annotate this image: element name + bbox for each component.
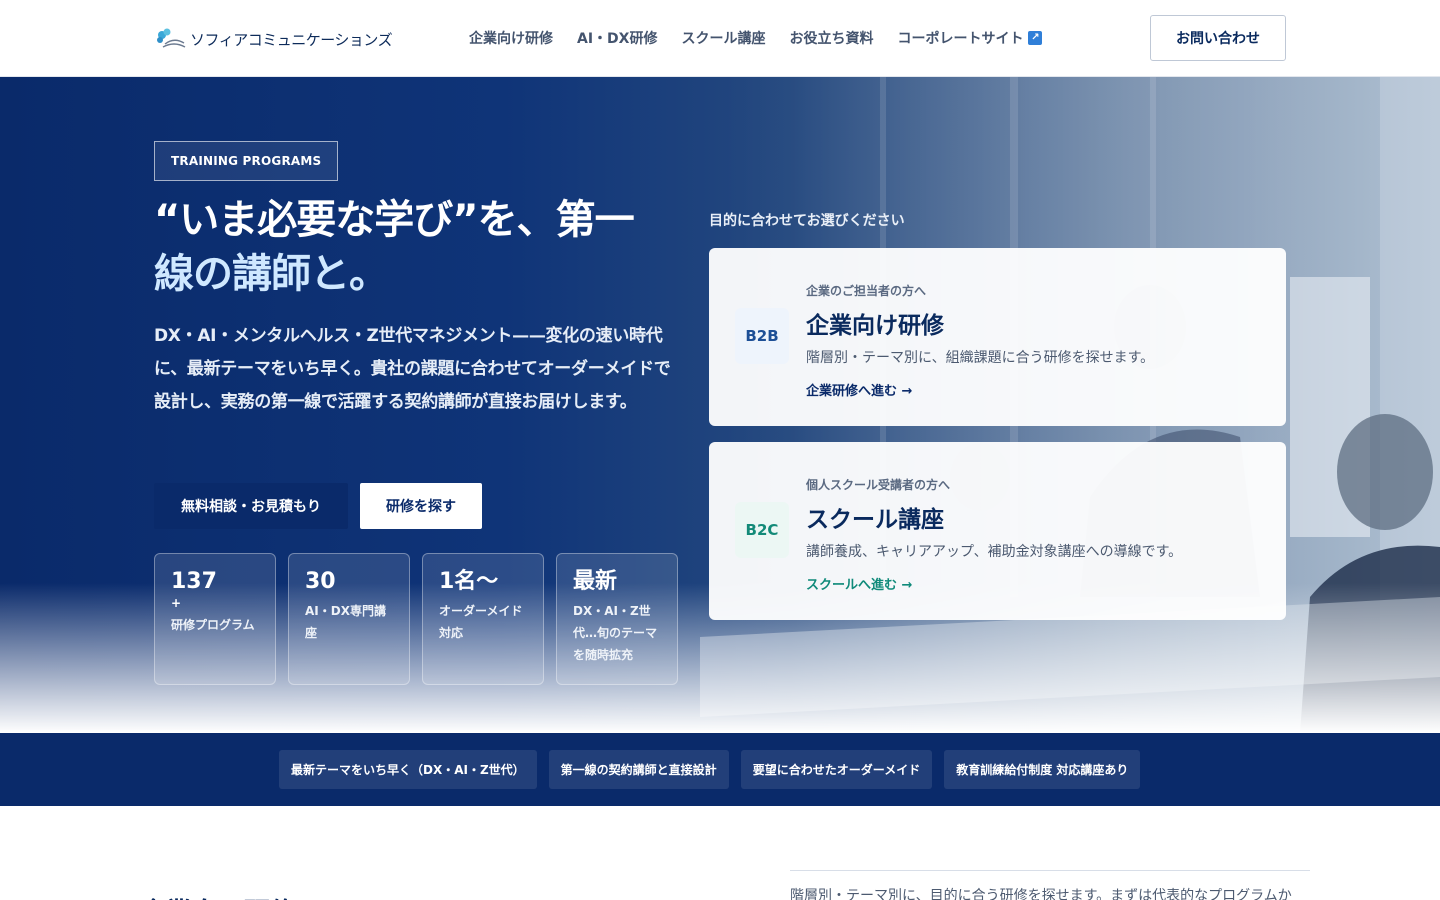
stat-card-custom: 1名〜 オーダーメイド対応 xyxy=(422,553,544,685)
nav-ai-dx-training[interactable]: AI・DX研修 xyxy=(577,28,657,48)
stat-value: 137 xyxy=(171,569,217,594)
feature-item: 最新テーマをいち早く（DX・AI・Z世代） xyxy=(279,750,537,789)
stat-label: DX・AI・Z世代…旬のテーマを随時拡充 xyxy=(573,604,658,662)
b2b-card[interactable]: B2B 企業のご担当者の方へ 企業向け研修 階層別・テーマ別に、組織課題に合う研… xyxy=(709,248,1286,426)
card-description: 講師養成、キャリアアップ、補助金対象講座への導線です。 xyxy=(806,544,1183,560)
main-nav: 企業向け研修 AI・DX研修 スクール講座 お役立ち資料 コーポレートサイト ↗ xyxy=(469,28,1043,48)
nav-corporate-site[interactable]: コーポレートサイト ↗ xyxy=(897,28,1043,48)
b2c-card[interactable]: B2C 個人スクール受講者の方へ スクール講座 講師養成、キャリアアップ、補助金… xyxy=(709,442,1286,620)
nav-corporate-site-label: コーポレートサイト xyxy=(897,31,1024,47)
stat-label: オーダーメイド対応 xyxy=(439,604,523,640)
card-subtitle: 個人スクール受講者の方へ xyxy=(806,478,951,492)
stat-plus: + xyxy=(171,596,182,610)
stat-label: AI・DX専門講座 xyxy=(305,604,386,640)
section-divider xyxy=(790,870,1310,871)
nav-school-courses[interactable]: スクール講座 xyxy=(681,28,765,48)
find-training-button[interactable]: 研修を探す xyxy=(360,483,482,529)
stat-card-ai-dx: 30 AI・DX専門講座 xyxy=(288,553,410,685)
training-programs-tag: TRAINING PROGRAMS xyxy=(154,141,339,181)
logo-mark-icon xyxy=(154,27,186,51)
hero-section: TRAINING PROGRAMS “いま必要な学び”を、第一 線の講師と。 D… xyxy=(0,77,1440,733)
b2b-badge: B2B xyxy=(735,308,789,364)
feature-item: 要望に合わせたオーダーメイド xyxy=(740,750,933,789)
free-consultation-button[interactable]: 無料相談・お見積もり xyxy=(154,483,348,529)
logo-text: ソフィアコミュニケーションズ xyxy=(190,30,393,49)
stat-value: 1名〜 xyxy=(439,569,499,594)
external-link-icon: ↗ xyxy=(1028,31,1043,45)
hero-headline: “いま必要な学び”を、第一 線の講師と。 xyxy=(154,193,684,301)
card-title: スクール講座 xyxy=(806,507,944,533)
stat-value: 最新 xyxy=(573,569,618,594)
logo[interactable]: ソフィアコミュニケーションズ xyxy=(154,26,393,52)
card-title: 企業向け研修 xyxy=(806,313,944,339)
section-intro-text: 階層別・テーマ別に、目的に合う研修を探せます。まずは代表的なプログラムか xyxy=(790,888,1292,900)
stat-value: 30 xyxy=(305,569,336,594)
nav-corporate-training[interactable]: 企業向け研修 xyxy=(469,28,553,48)
choose-purpose-label: 目的に合わせてお選びください xyxy=(709,213,905,229)
stat-card-latest: 最新 DX・AI・Z世代…旬のテーマを随時拡充 xyxy=(556,553,678,685)
contact-button[interactable]: お問い合わせ xyxy=(1150,15,1286,61)
card-description: 階層別・テーマ別に、組織課題に合う研修を探せます。 xyxy=(806,350,1155,366)
feature-list: 最新テーマをいち早く（DX・AI・Z世代） 第一線の契約講師と直接設計 要望に合… xyxy=(279,750,1141,789)
section-heading: 企業向け研修 xyxy=(140,892,296,900)
feature-item: 第一線の契約講師と直接設計 xyxy=(548,750,729,789)
site-header: ソフィアコミュニケーションズ 企業向け研修 AI・DX研修 スクール講座 お役立… xyxy=(0,0,1440,77)
corporate-training-link[interactable]: 企業研修へ進む → xyxy=(806,380,912,399)
stat-label: 研修プログラム xyxy=(171,618,255,632)
feature-strip: 最新テーマをいち早く（DX・AI・Z世代） 第一線の契約講師と直接設計 要望に合… xyxy=(0,733,1440,806)
hero-lead: DX・AI・メンタルヘルス・Z世代マネジメント——変化の速い時代に、最新テーマを… xyxy=(154,326,671,412)
headline-line-2: 線の講師と。 xyxy=(154,251,389,297)
feature-item: 教育訓練給付制度 対応講座あり xyxy=(944,750,1141,789)
card-subtitle: 企業のご担当者の方へ xyxy=(806,284,927,298)
stat-card-programs: 137 + 研修プログラム xyxy=(154,553,276,685)
b2c-badge: B2C xyxy=(735,502,789,558)
nav-resources[interactable]: お役立ち資料 xyxy=(789,28,873,48)
school-link[interactable]: スクールへ進む → xyxy=(806,574,912,593)
headline-line-1: “いま必要な学び”を、第一 xyxy=(154,197,635,243)
stats-row: 137 + 研修プログラム 30 AI・DX専門講座 1名〜 オーダーメイド対応… xyxy=(154,553,678,685)
